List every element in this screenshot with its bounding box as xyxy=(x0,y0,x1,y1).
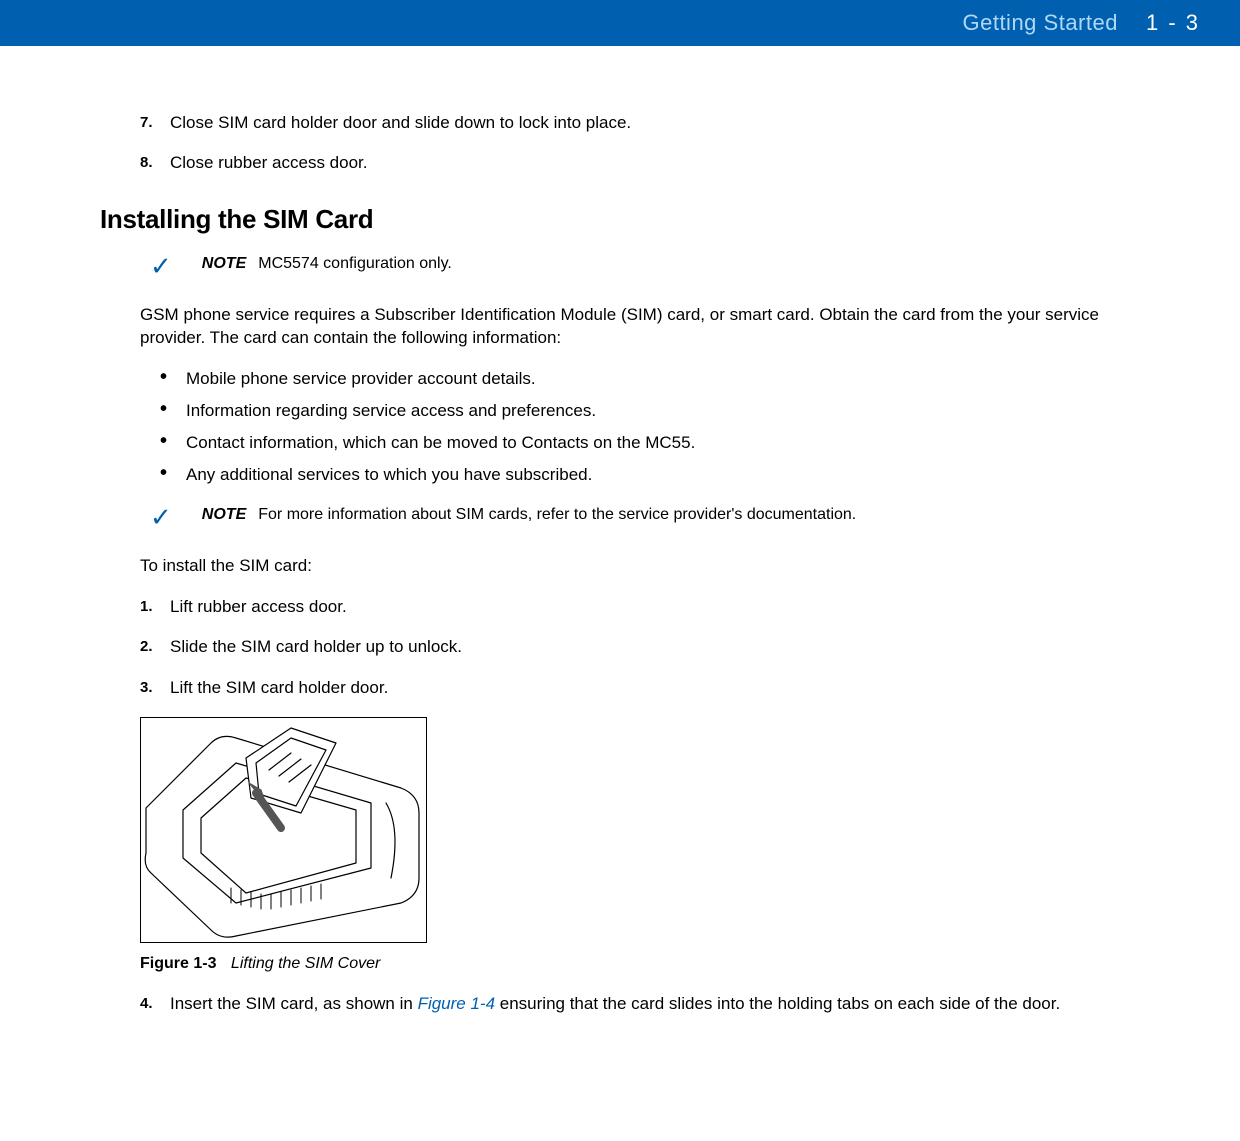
note-label: NOTE xyxy=(202,255,246,273)
list-item: •Mobile phone service provider account d… xyxy=(160,368,1120,390)
install-step-2: 2. Slide the SIM card holder up to unloc… xyxy=(140,636,1120,658)
step-text: Insert the SIM card, as shown in Figure … xyxy=(170,993,1120,1015)
list-item: •Contact information, which can be moved… xyxy=(160,432,1120,454)
figure-label: Figure 1-3 xyxy=(140,955,216,972)
page-content: 7. Close SIM card holder door and slide … xyxy=(0,46,1240,1053)
page-header: Getting Started 1 - 3 xyxy=(0,0,1240,46)
bullet-list: •Mobile phone service provider account d… xyxy=(160,368,1120,486)
step-text: Slide the SIM card holder up to unlock. xyxy=(170,636,1120,658)
sim-cover-illustration xyxy=(140,717,427,943)
step-number: 2. xyxy=(140,636,170,658)
figure-reference-link[interactable]: Figure 1-4 xyxy=(418,994,495,1013)
note-block-1: ✓ NOTE MC5574 configuration only. xyxy=(150,255,1120,279)
bullet-icon: • xyxy=(160,432,186,454)
list-text: Mobile phone service provider account de… xyxy=(186,368,536,390)
step-text: Close SIM card holder door and slide dow… xyxy=(170,112,1120,134)
step-number: 8. xyxy=(140,152,170,174)
step4-pre: Insert the SIM card, as shown in xyxy=(170,994,418,1013)
step-text: Lift rubber access door. xyxy=(170,596,1120,618)
intro-paragraph: GSM phone service requires a Subscriber … xyxy=(140,304,1120,350)
list-item: •Information regarding service access an… xyxy=(160,400,1120,422)
figure-title: Lifting the SIM Cover xyxy=(231,955,380,972)
step-number: 3. xyxy=(140,677,170,699)
install-step-1: 1. Lift rubber access door. xyxy=(140,596,1120,618)
note-block-2: ✓ NOTE For more information about SIM ca… xyxy=(150,506,1120,530)
check-icon: ✓ xyxy=(150,253,172,279)
figure-1-3 xyxy=(140,717,1120,943)
install-intro: To install the SIM card: xyxy=(140,555,1120,578)
step-number: 1. xyxy=(140,596,170,618)
check-icon: ✓ xyxy=(150,504,172,530)
step4-post: ensuring that the card slides into the h… xyxy=(495,994,1060,1013)
list-item: •Any additional services to which you ha… xyxy=(160,464,1120,486)
note-label: NOTE xyxy=(202,506,246,524)
step-number: 4. xyxy=(140,993,170,1015)
install-step-4: 4. Insert the SIM card, as shown in Figu… xyxy=(140,993,1120,1015)
list-text: Contact information, which can be moved … xyxy=(186,432,695,454)
step-text: Lift the SIM card holder door. xyxy=(170,677,1120,699)
page-number: 1 - 3 xyxy=(1146,10,1200,36)
chapter-title: Getting Started xyxy=(962,10,1117,36)
install-step-3: 3. Lift the SIM card holder door. xyxy=(140,677,1120,699)
figure-caption: Figure 1-3 Lifting the SIM Cover xyxy=(140,955,1120,973)
step-number: 7. xyxy=(140,112,170,134)
step-text: Close rubber access door. xyxy=(170,152,1120,174)
section-heading: Installing the SIM Card xyxy=(100,204,1120,235)
list-text: Any additional services to which you hav… xyxy=(186,464,592,486)
note-text: MC5574 configuration only. xyxy=(258,255,452,273)
step-7: 7. Close SIM card holder door and slide … xyxy=(140,112,1120,134)
note-text: For more information about SIM cards, re… xyxy=(258,506,856,524)
bullet-icon: • xyxy=(160,368,186,390)
step-8: 8. Close rubber access door. xyxy=(140,152,1120,174)
bullet-icon: • xyxy=(160,400,186,422)
list-text: Information regarding service access and… xyxy=(186,400,596,422)
bullet-icon: • xyxy=(160,464,186,486)
